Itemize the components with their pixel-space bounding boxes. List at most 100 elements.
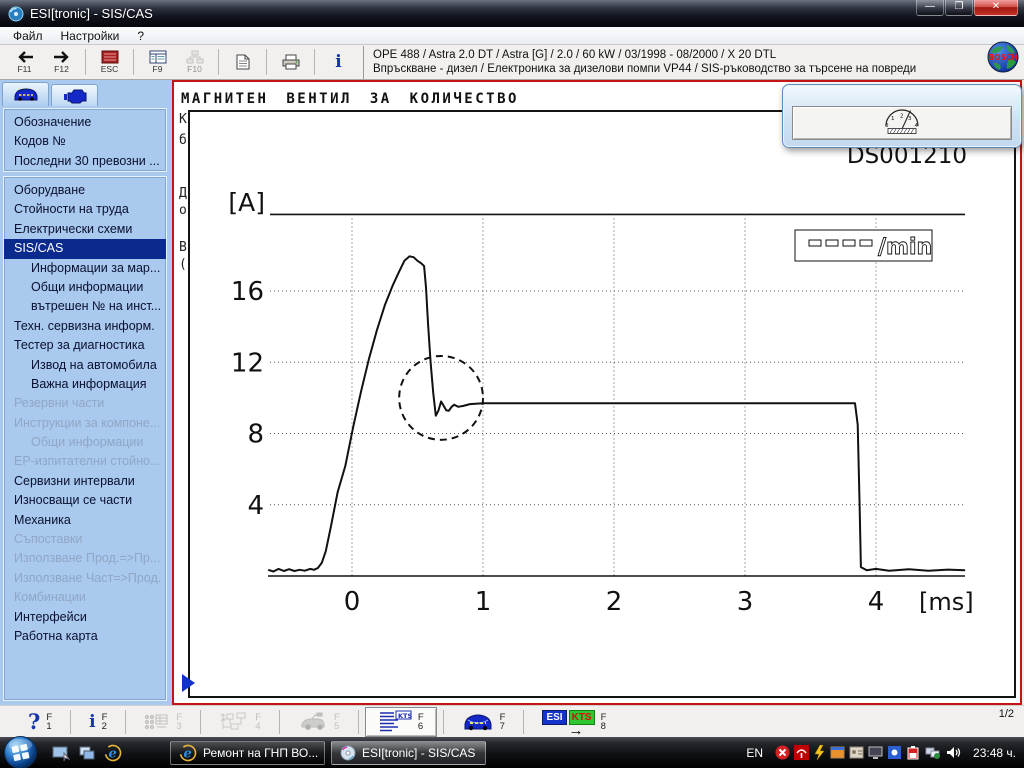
x-axis-unit: [ms]: [919, 588, 974, 616]
sidebar-item[interactable]: Важна информация: [4, 375, 166, 394]
y-tick-label: 4: [247, 491, 264, 521]
system-tray: EN 23:48 ч.: [746, 745, 1024, 760]
taskbar-clock[interactable]: 23:48 ч.: [973, 746, 1016, 760]
sidebar-item[interactable]: Оборудване: [4, 181, 166, 200]
toolbar-button-esc-icon[interactable]: ESC: [92, 47, 127, 78]
fnbar-separator: [279, 710, 280, 734]
sidebar-item: Използване Част=>Прод.: [4, 569, 166, 588]
sidebar-item: Резервни части: [4, 394, 166, 413]
ie-icon: e: [179, 744, 197, 762]
fn-button-f1-question-icon[interactable]: ?F1: [16, 707, 64, 737]
sidebar-item[interactable]: Техн. сервизна информ.: [4, 317, 166, 336]
sidebar-item[interactable]: вътрешен № на инст...: [4, 297, 166, 316]
fn-key-label: F2: [102, 713, 108, 731]
toolbar-button-label: F9: [153, 65, 163, 74]
sidebar-item[interactable]: Последни 30 превозни ...: [4, 152, 166, 171]
fn-button-f6-kts-list-icon[interactable]: KTSF6: [365, 707, 437, 737]
tray-volume-icon[interactable]: [945, 745, 961, 760]
minimize-button[interactable]: —: [916, 0, 944, 16]
multimeter-tool-button[interactable]: 0 1 2 3 4: [792, 106, 1012, 140]
quick-launch-window-switcher-icon[interactable]: [78, 745, 96, 761]
toolbar-button-table-icon[interactable]: F9: [140, 47, 175, 78]
toolbar-button-arrow-right-icon[interactable]: F12: [44, 47, 79, 78]
menu-item-0[interactable]: Файл: [4, 28, 52, 44]
fn-button-f2-info-icon[interactable]: iF2: [77, 707, 119, 737]
svg-text:3: 3: [908, 116, 912, 122]
tray-lightning-icon[interactable]: [813, 745, 826, 760]
fn-key-label: F8: [601, 713, 607, 731]
window-titlebar: ESI[tronic] - SIS/CAS — ❐ ✕: [0, 0, 1024, 27]
sidebar-item[interactable]: Тестер за диагностика: [4, 336, 166, 355]
sidebar-item[interactable]: Кодов №: [4, 132, 166, 151]
tray-display-icon[interactable]: [868, 745, 883, 760]
sidebar-tab-engine-icon[interactable]: [51, 84, 98, 106]
fn-button-f7-car-icon[interactable]: F7: [450, 707, 518, 737]
legend-label: /min: [878, 235, 932, 260]
sidebar-item[interactable]: Информации за мар...: [4, 259, 166, 278]
sidebar-item[interactable]: Сервизни интервали: [4, 472, 166, 491]
sidebar-tab-car-icon[interactable]: [2, 82, 49, 106]
menu-item-1[interactable]: Настройки: [52, 28, 129, 44]
window-title: ESI[tronic] - SIS/CAS: [30, 6, 153, 21]
svg-text:e: e: [109, 746, 117, 761]
page-indicator: 1/2: [999, 708, 1014, 720]
fnbar-separator: [443, 710, 444, 734]
sidebar-item[interactable]: Електрически схеми: [4, 220, 166, 239]
sidebar-item[interactable]: Общи информации: [4, 278, 166, 297]
sidebar-item[interactable]: Интерфейси: [4, 608, 166, 627]
tray-speaker-blue-icon[interactable]: [887, 745, 902, 760]
task-label: Ремонт на ГНП ВО...: [203, 746, 318, 760]
sidebar-item[interactable]: SIS/CAS: [4, 239, 166, 258]
sidebar-item[interactable]: Работна карта: [4, 627, 166, 646]
toolbar-button-arrow-left-icon[interactable]: F11: [7, 47, 42, 78]
highlight-circle: [399, 356, 483, 440]
tray-avira-icon[interactable]: [794, 745, 809, 760]
close-button[interactable]: ✕: [974, 0, 1018, 16]
fnbar-separator: [125, 710, 126, 734]
taskbar-task[interactable]: e Ремонт на ГНП ВО...: [170, 741, 325, 765]
sidebar-group-sections: ОборудванеСтойности на трудаЕлектрически…: [3, 176, 167, 701]
function-key-bar: ?F1iF2F3F4F5KTSF6F7ESIKTS→F81/2: [0, 705, 1024, 737]
sidebar-item: Общи информации: [4, 433, 166, 452]
fn-button-f8-esi-kts-icon[interactable]: ESIKTS→F8: [530, 707, 618, 737]
toolbar-separator: [266, 49, 267, 75]
toolbar-button-document-icon[interactable]: [225, 47, 260, 78]
vehicle-info-panel: OPE 488 / Astra 2.0 DT / Astra [G] / 2.0…: [363, 46, 1023, 79]
chart-frame: 48121601234[A][ms]DS001210/min: [188, 110, 1016, 698]
sidebar-item[interactable]: Износващи се части: [4, 491, 166, 510]
x-tick-label: 1: [475, 587, 492, 617]
start-button[interactable]: [3, 735, 38, 768]
fn-key-label: F6: [418, 713, 424, 731]
fnbar-separator: [200, 710, 201, 734]
menu-item-2[interactable]: ?: [128, 28, 153, 44]
toolbar-button-label: ESC: [101, 65, 118, 74]
tray-battery-icon[interactable]: [906, 745, 921, 760]
taskbar-task[interactable]: ESI[tronic] - SIS/CAS: [331, 741, 486, 765]
toolbar-button-info-icon[interactable]: i: [321, 47, 356, 78]
svg-text:4: 4: [915, 123, 919, 129]
toolbar-separator: [314, 49, 315, 75]
page-title: МАГНИТЕН ВЕНТИЛ ЗА КОЛИЧЕСТВО: [181, 91, 519, 107]
taskbar: e e Ремонт на ГНП ВО... ESI[tronic] - SIS/…: [0, 737, 1024, 768]
current-waveform: [268, 256, 965, 571]
quick-launch-ie-icon[interactable]: e: [104, 744, 122, 762]
sidebar-item[interactable]: Извод на автомобила: [4, 356, 166, 375]
sidebar-item[interactable]: Стойности на труда: [4, 200, 166, 219]
windows-orb-icon: [3, 735, 38, 768]
sidebar-item[interactable]: Обозначение: [4, 113, 166, 132]
toolbar-button-printer-icon[interactable]: [273, 47, 308, 78]
tray-security-x-icon[interactable]: [775, 745, 790, 760]
tray-window-orange-icon[interactable]: [830, 745, 845, 760]
sidebar-item[interactable]: Механика: [4, 511, 166, 530]
quick-launch-show-desktop-icon[interactable]: [52, 745, 70, 761]
tray-network-icon[interactable]: [925, 745, 941, 760]
gauge-icon: 0 1 2 3 4: [879, 109, 925, 138]
vehicle-info-line2: Впръскване - дизел / Електроника за дизе…: [373, 62, 1023, 77]
tray-user-card-icon[interactable]: [849, 745, 864, 760]
x-tick-label: 3: [737, 587, 754, 617]
scroll-down-arrow-icon[interactable]: [182, 674, 195, 692]
sidebar-tabs: [2, 82, 100, 106]
content-area: МАГНИТЕН ВЕНТИЛ ЗА КОЛИЧЕСТВО КбДоВ( 481…: [172, 80, 1022, 705]
maximize-button[interactable]: ❐: [945, 0, 973, 16]
language-indicator[interactable]: EN: [746, 746, 763, 760]
